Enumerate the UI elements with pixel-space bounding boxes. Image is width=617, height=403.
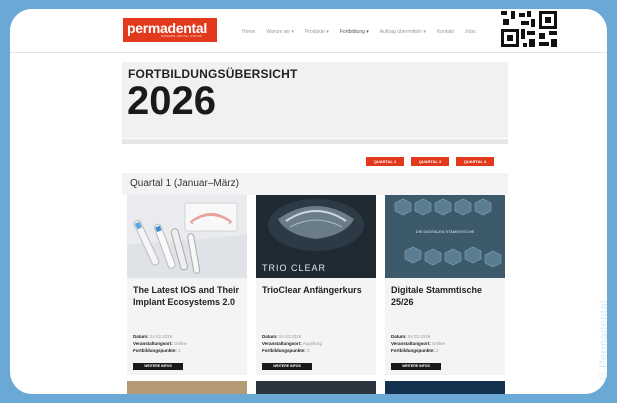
quarter-section-header: Quartal 1 (Januar–März) [122,173,508,195]
nav-item-kontakt[interactable]: Kontakt [437,29,454,35]
venue-label: Veranstaltungsort: [391,340,431,346]
browser-frame: permadental MODERN DENTAL GROUP Home War… [10,9,607,394]
section-title: Quartal 1 (Januar–März) [130,178,239,189]
course-date: 04.03.2026 [278,334,302,339]
course-points: 3 [307,347,310,353]
course-card-next[interactable] [256,381,376,394]
course-venue: Online [174,340,188,346]
course-venue: Online [432,340,446,346]
course-meta: Datum: 04.03.2026 Veranstaltungsort: Onl… [391,334,501,354]
course-image-digitale-stammtische[interactable]: DIE DIGITALEN STAMMTISCHE [385,195,505,278]
course-card: TRIO CLEAR TrioClear Anfängerkurs Datum:… [256,195,376,375]
main-menu: Home Warum wir ▾ Produkte ▾ Fortbildung … [242,29,475,35]
quarter-4-button[interactable]: QUARTAL 4 [456,157,494,166]
course-meta: Datum: 04.03.2026 Veranstaltungsort: Aug… [262,334,372,354]
venue-label: Veranstaltungsort: [133,340,173,346]
logo-subtext: MODERN DENTAL GROUP [161,34,203,38]
more-info-button[interactable]: WEITERE INFOS [133,363,183,370]
nav-item-warum-wir[interactable]: Warum wir ▾ [266,29,294,35]
more-info-button[interactable]: WEITERE INFOS [391,363,441,370]
year-heading: 2026 [127,79,216,123]
course-venue: Augsburg [302,340,323,346]
course-points: 1 [178,347,181,353]
quarter-buttons: QUARTAL 2 QUARTAL 3 QUARTAL 4 [366,157,494,166]
course-card: The Latest IOS and Their Implant Ecosyst… [127,195,247,375]
quarter-2-button[interactable]: QUARTAL 2 [366,157,404,166]
nav-item-fortbildung[interactable]: Fortbildung ▾ [340,29,369,35]
points-label: Fortbildungspunkte: [391,347,435,353]
points-label: Fortbildungspunkte: [133,347,177,353]
nav-item-jobs[interactable]: Jobs [465,29,476,35]
course-image-trioclear[interactable]: TRIO CLEAR [256,195,376,278]
course-title[interactable]: The Latest IOS and Their Implant Ecosyst… [133,285,243,308]
nav-item-home[interactable]: Home [242,29,255,35]
points-label: Fortbildungspunkte: [262,347,306,353]
course-points: 2 [436,347,439,353]
more-info-button[interactable]: WEITERE INFOS [262,363,312,370]
qr-code [499,9,559,51]
venue-label: Veranstaltungsort: [262,340,302,346]
course-title[interactable]: Digitale Stammtische 25/26 [391,285,501,308]
date-label: Datum: [262,334,278,339]
trioclear-image-text: TRIO CLEAR [262,263,326,273]
divider [122,139,508,144]
quarter-3-button[interactable]: QUARTAL 3 [411,157,449,166]
course-title[interactable]: TrioClear Anfängerkurs [262,285,372,297]
course-meta: Datum: 24.02.2026 Veranstaltungsort: Onl… [133,334,243,354]
course-date: 04.03.2026 [407,334,431,339]
permadental-logo[interactable]: permadental MODERN DENTAL GROUP [123,18,217,42]
date-label: Datum: [133,334,149,339]
date-label: Datum: [391,334,407,339]
nav-item-produkte[interactable]: Produkte ▾ [305,29,329,35]
site-header: permadental MODERN DENTAL GROUP Home War… [10,9,607,53]
course-card-next[interactable] [385,381,505,394]
page-hero: FORTBILDUNGSÜBERSICHT 2026 [122,62,508,138]
course-image-ios-scanners[interactable] [127,195,247,278]
copyright-watermark: © Permadental [598,299,610,380]
digitale-image-text: DIE DIGITALEN STAMMTISCHE [416,229,475,234]
nav-item-auftrag[interactable]: Auftrag übermitteln ▾ [380,29,426,35]
course-card-next[interactable] [127,381,247,394]
course-date: 24.02.2026 [149,334,173,339]
course-card: DIE DIGITALEN STAMMTISCHE Digitale Stamm… [385,195,505,375]
